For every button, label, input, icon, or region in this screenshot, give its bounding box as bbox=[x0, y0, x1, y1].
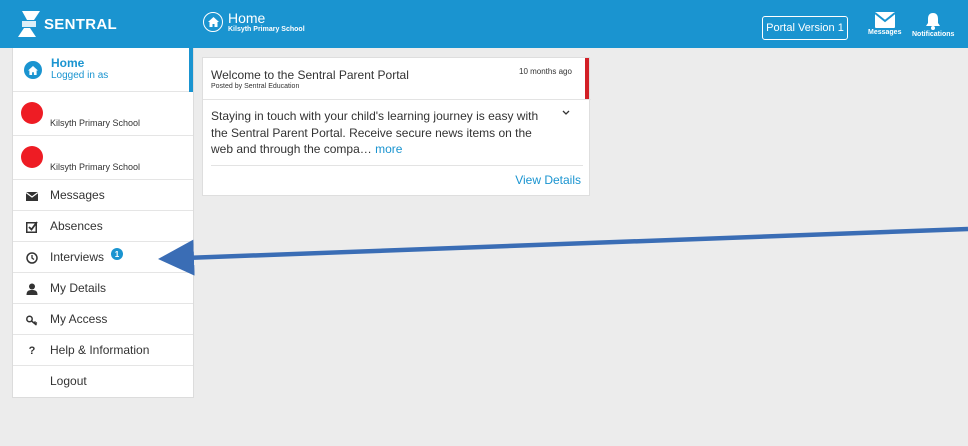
sidebar-item-interviews[interactable]: Interviews 1 bbox=[13, 242, 193, 273]
sidebar-item-help[interactable]: ? Help & Information bbox=[13, 335, 193, 366]
home-icon[interactable] bbox=[203, 12, 223, 32]
question-icon: ? bbox=[28, 345, 36, 357]
view-details-link[interactable]: View Details bbox=[515, 173, 581, 187]
card-title: Welcome to the Sentral Parent Portal bbox=[211, 68, 409, 82]
sidebar-item-label: My Access bbox=[50, 312, 108, 326]
sidebar-item-school[interactable]: Kilsyth Primary School bbox=[13, 136, 193, 180]
checkbox-icon bbox=[25, 220, 39, 234]
sidebar-item-label: Messages bbox=[50, 188, 105, 202]
sentral-logo[interactable]: SENTRAL bbox=[18, 11, 117, 37]
sidebar-home-subtitle: Logged in as bbox=[51, 70, 109, 81]
sidebar-item-absences[interactable]: Absences bbox=[13, 211, 193, 242]
chevron-down-icon[interactable] bbox=[560, 108, 572, 118]
sidebar-item-my-access[interactable]: My Access bbox=[13, 304, 193, 335]
unread-indicator bbox=[585, 58, 589, 99]
logo-text: SENTRAL bbox=[44, 15, 117, 33]
top-bar: SENTRAL Home Kilsyth Primary School Port… bbox=[0, 0, 968, 48]
sidebar-item-messages[interactable]: Messages bbox=[13, 180, 193, 211]
card-body: Staying in touch with your child's learn… bbox=[211, 108, 551, 158]
arrow-line bbox=[158, 226, 968, 276]
interviews-count-badge: 1 bbox=[111, 248, 123, 260]
sidebar-item-label: Absences bbox=[50, 219, 103, 233]
page-subtitle: Kilsyth Primary School bbox=[228, 26, 305, 33]
clock-icon bbox=[25, 251, 39, 265]
key-icon bbox=[25, 313, 39, 327]
sidebar-item-logout[interactable]: Logout bbox=[13, 366, 193, 397]
school-avatar bbox=[21, 146, 43, 168]
card-timestamp: 10 months ago bbox=[519, 67, 572, 76]
sidebar-item-label: Interviews bbox=[50, 250, 105, 264]
school-name: Kilsyth Primary School bbox=[50, 162, 141, 172]
bell-icon bbox=[926, 13, 941, 30]
active-indicator bbox=[189, 48, 193, 92]
messages-label: Messages bbox=[868, 29, 902, 36]
page-title: Home bbox=[228, 10, 266, 26]
sidebar-home-title: Home bbox=[51, 56, 85, 70]
sidebar-item-my-details[interactable]: My Details bbox=[13, 273, 193, 304]
sidebar-item-school[interactable]: Kilsyth Primary School bbox=[13, 92, 193, 136]
envelope-icon bbox=[25, 189, 39, 203]
sidebar-item-label: Logout bbox=[50, 374, 87, 388]
school-avatar bbox=[21, 102, 43, 124]
user-icon bbox=[25, 282, 39, 296]
sidebar-item-label: Help & Information bbox=[50, 343, 150, 357]
divider bbox=[203, 99, 591, 100]
school-name: Kilsyth Primary School bbox=[50, 118, 141, 128]
more-link[interactable]: more bbox=[375, 142, 402, 156]
messages-button[interactable]: Messages bbox=[868, 12, 901, 36]
notifications-button[interactable]: Notifications bbox=[912, 12, 954, 38]
divider bbox=[211, 165, 583, 166]
portal-version-button[interactable]: Portal Version 1 bbox=[762, 16, 848, 40]
envelope-icon bbox=[874, 12, 895, 28]
card-author: Posted by Sentral Education bbox=[211, 83, 300, 90]
news-card: Welcome to the Sentral Parent Portal Pos… bbox=[202, 57, 591, 196]
notifications-label: Notifications bbox=[912, 31, 955, 38]
home-icon bbox=[24, 61, 42, 79]
sentral-logo-icon bbox=[18, 11, 40, 37]
sidebar: Home Logged in as Kilsyth Primary School… bbox=[12, 48, 194, 398]
sidebar-item-home[interactable]: Home Logged in as bbox=[13, 48, 193, 92]
sidebar-item-label: My Details bbox=[50, 281, 107, 295]
